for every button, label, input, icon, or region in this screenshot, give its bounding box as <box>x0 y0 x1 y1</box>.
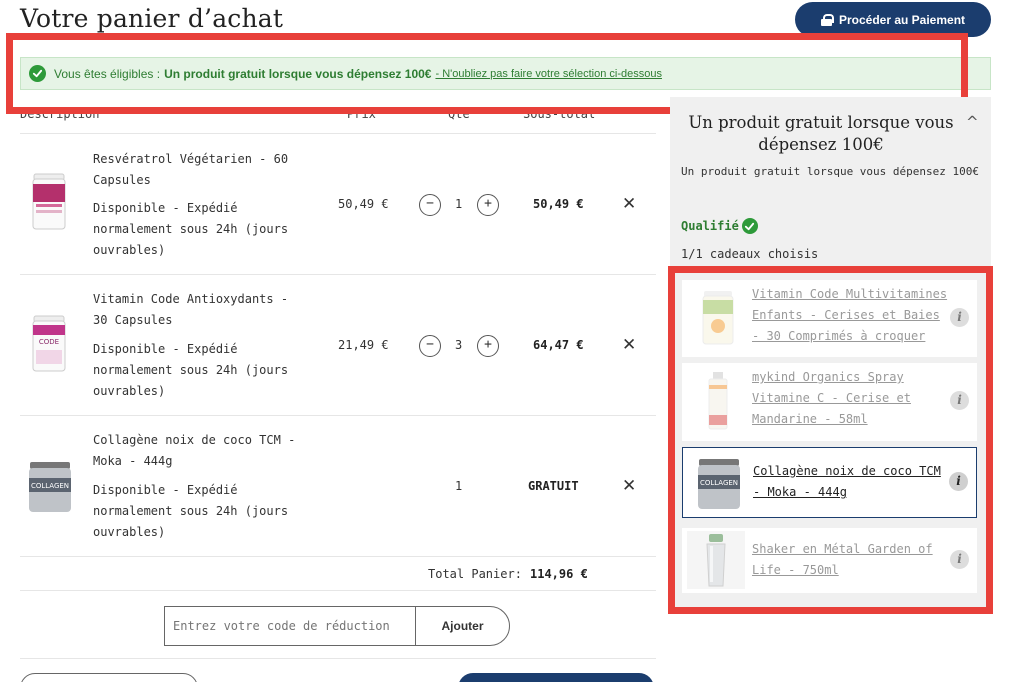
product-image-resveratrol[interactable] <box>31 172 67 232</box>
product-subtotal: 50,49 € <box>533 197 584 211</box>
divider <box>20 274 656 275</box>
divider <box>20 415 656 416</box>
product-name[interactable]: Resvératrol Végétarien - 60 Capsules <box>93 149 303 191</box>
gift-image: COLLAGEN <box>691 453 747 513</box>
gift-name[interactable]: Collagène noix de coco TCM - Moka - 444g <box>753 461 953 503</box>
svg-text:COLLAGEN: COLLAGEN <box>700 479 738 487</box>
gift-option[interactable]: Shaker en Métal Garden of Life - 750ml i <box>682 528 977 593</box>
cart-total-value: 114,96 € <box>530 567 588 581</box>
product-subtotal: GRATUIT <box>528 479 579 493</box>
col-header-qty: Qte <box>448 107 470 121</box>
gift-panel-subtitle: Un produit gratuit lorsque vous dépensez… <box>681 165 980 178</box>
banner-prefix: Vous êtes éligibles : <box>54 66 161 81</box>
eligibility-banner: Vous êtes éligibles : Un produit gratuit… <box>20 57 991 90</box>
col-header-description: Description <box>20 107 100 121</box>
divider <box>20 658 656 659</box>
product-price: 21,49 € <box>338 338 389 352</box>
product-price: 50,49 € <box>338 197 389 211</box>
product-stock: Disponible - Expédié normalement sous 24… <box>93 483 289 539</box>
checkout-label: Procéder au Paiement <box>838 12 966 27</box>
gift-name[interactable]: Vitamin Code Multivitamines Enfants - Ce… <box>752 284 952 347</box>
qualified-status: Qualifié <box>681 218 758 234</box>
gift-option-selected[interactable]: COLLAGEN Collagène noix de coco TCM - Mo… <box>682 447 977 518</box>
col-header-subtotal: Sous-total <box>523 107 596 121</box>
info-icon[interactable]: i <box>950 550 969 569</box>
checkout-bottom-button[interactable] <box>458 673 654 682</box>
info-icon[interactable]: i <box>950 391 969 410</box>
product-stock: Disponible - Expédié normalement sous 24… <box>93 342 289 398</box>
checkout-button[interactable]: Procéder au Paiement <box>795 2 991 37</box>
qty-increase-button[interactable]: + <box>477 335 499 357</box>
remove-item-button[interactable]: ✕ <box>622 194 636 214</box>
chevron-up-icon[interactable]: ^ <box>966 113 979 131</box>
product-name[interactable]: Vitamin Code Antioxydants - 30 Capsules <box>93 289 303 331</box>
product-subtotal: 64,47 € <box>533 338 584 352</box>
gift-name[interactable]: mykind Organics Spray Vitamine C - Ceris… <box>752 367 952 430</box>
qty-decrease-button[interactable]: − <box>419 194 441 216</box>
gift-panel-title: Un produit gratuit lorsque vous dépensez… <box>688 113 954 154</box>
banner-link[interactable]: - N'oubliez pas faire votre sélection ci… <box>435 68 661 80</box>
divider <box>20 590 656 591</box>
svg-text:COLLAGEN: COLLAGEN <box>31 482 69 490</box>
coupon-code-input[interactable] <box>165 607 415 645</box>
gift-name[interactable]: Shaker en Métal Garden of Life - 750ml <box>752 539 952 581</box>
qty-value: 1 <box>455 197 463 211</box>
continue-shopping-button[interactable] <box>20 673 198 682</box>
qty-value: 1 <box>455 479 463 493</box>
gift-image <box>687 531 745 589</box>
gift-image <box>690 288 746 348</box>
divider <box>20 133 656 134</box>
qualified-label: Qualifié <box>681 219 739 233</box>
product-stock: Disponible - Expédié normalement sous 24… <box>93 201 289 257</box>
divider <box>20 556 656 557</box>
gift-image <box>690 371 746 431</box>
product-image-collagen[interactable]: COLLAGEN <box>24 456 76 516</box>
check-circle-icon <box>741 218 758 234</box>
svg-text:CODE: CODE <box>39 338 59 346</box>
product-name[interactable]: Collagène noix de coco TCM - Moka - 444g <box>93 430 303 472</box>
coupon-form: Ajouter <box>164 606 510 646</box>
product-image-vitamin-code[interactable]: CODE <box>31 314 67 374</box>
qty-increase-button[interactable]: + <box>477 194 499 216</box>
qty-decrease-button[interactable]: − <box>419 335 441 357</box>
gift-option[interactable]: Vitamin Code Multivitamines Enfants - Ce… <box>682 280 977 357</box>
gift-count: 1/1 cadeaux choisis <box>681 247 819 261</box>
col-header-price: Prix <box>347 107 376 121</box>
qty-value: 3 <box>455 338 463 352</box>
gift-option[interactable]: mykind Organics Spray Vitamine C - Ceris… <box>682 363 977 441</box>
info-icon[interactable]: i <box>950 308 969 327</box>
banner-offer: Un produit gratuit lorsque vous dépensez… <box>164 66 432 81</box>
cart-total-label: Total Panier: <box>428 567 522 581</box>
check-circle-icon <box>29 65 46 82</box>
remove-item-button[interactable]: ✕ <box>622 476 636 496</box>
info-icon[interactable]: i <box>949 472 968 491</box>
page-title: Votre panier d’achat <box>20 4 284 33</box>
remove-item-button[interactable]: ✕ <box>622 335 636 355</box>
lock-icon <box>820 13 834 26</box>
coupon-apply-button[interactable]: Ajouter <box>415 607 509 645</box>
